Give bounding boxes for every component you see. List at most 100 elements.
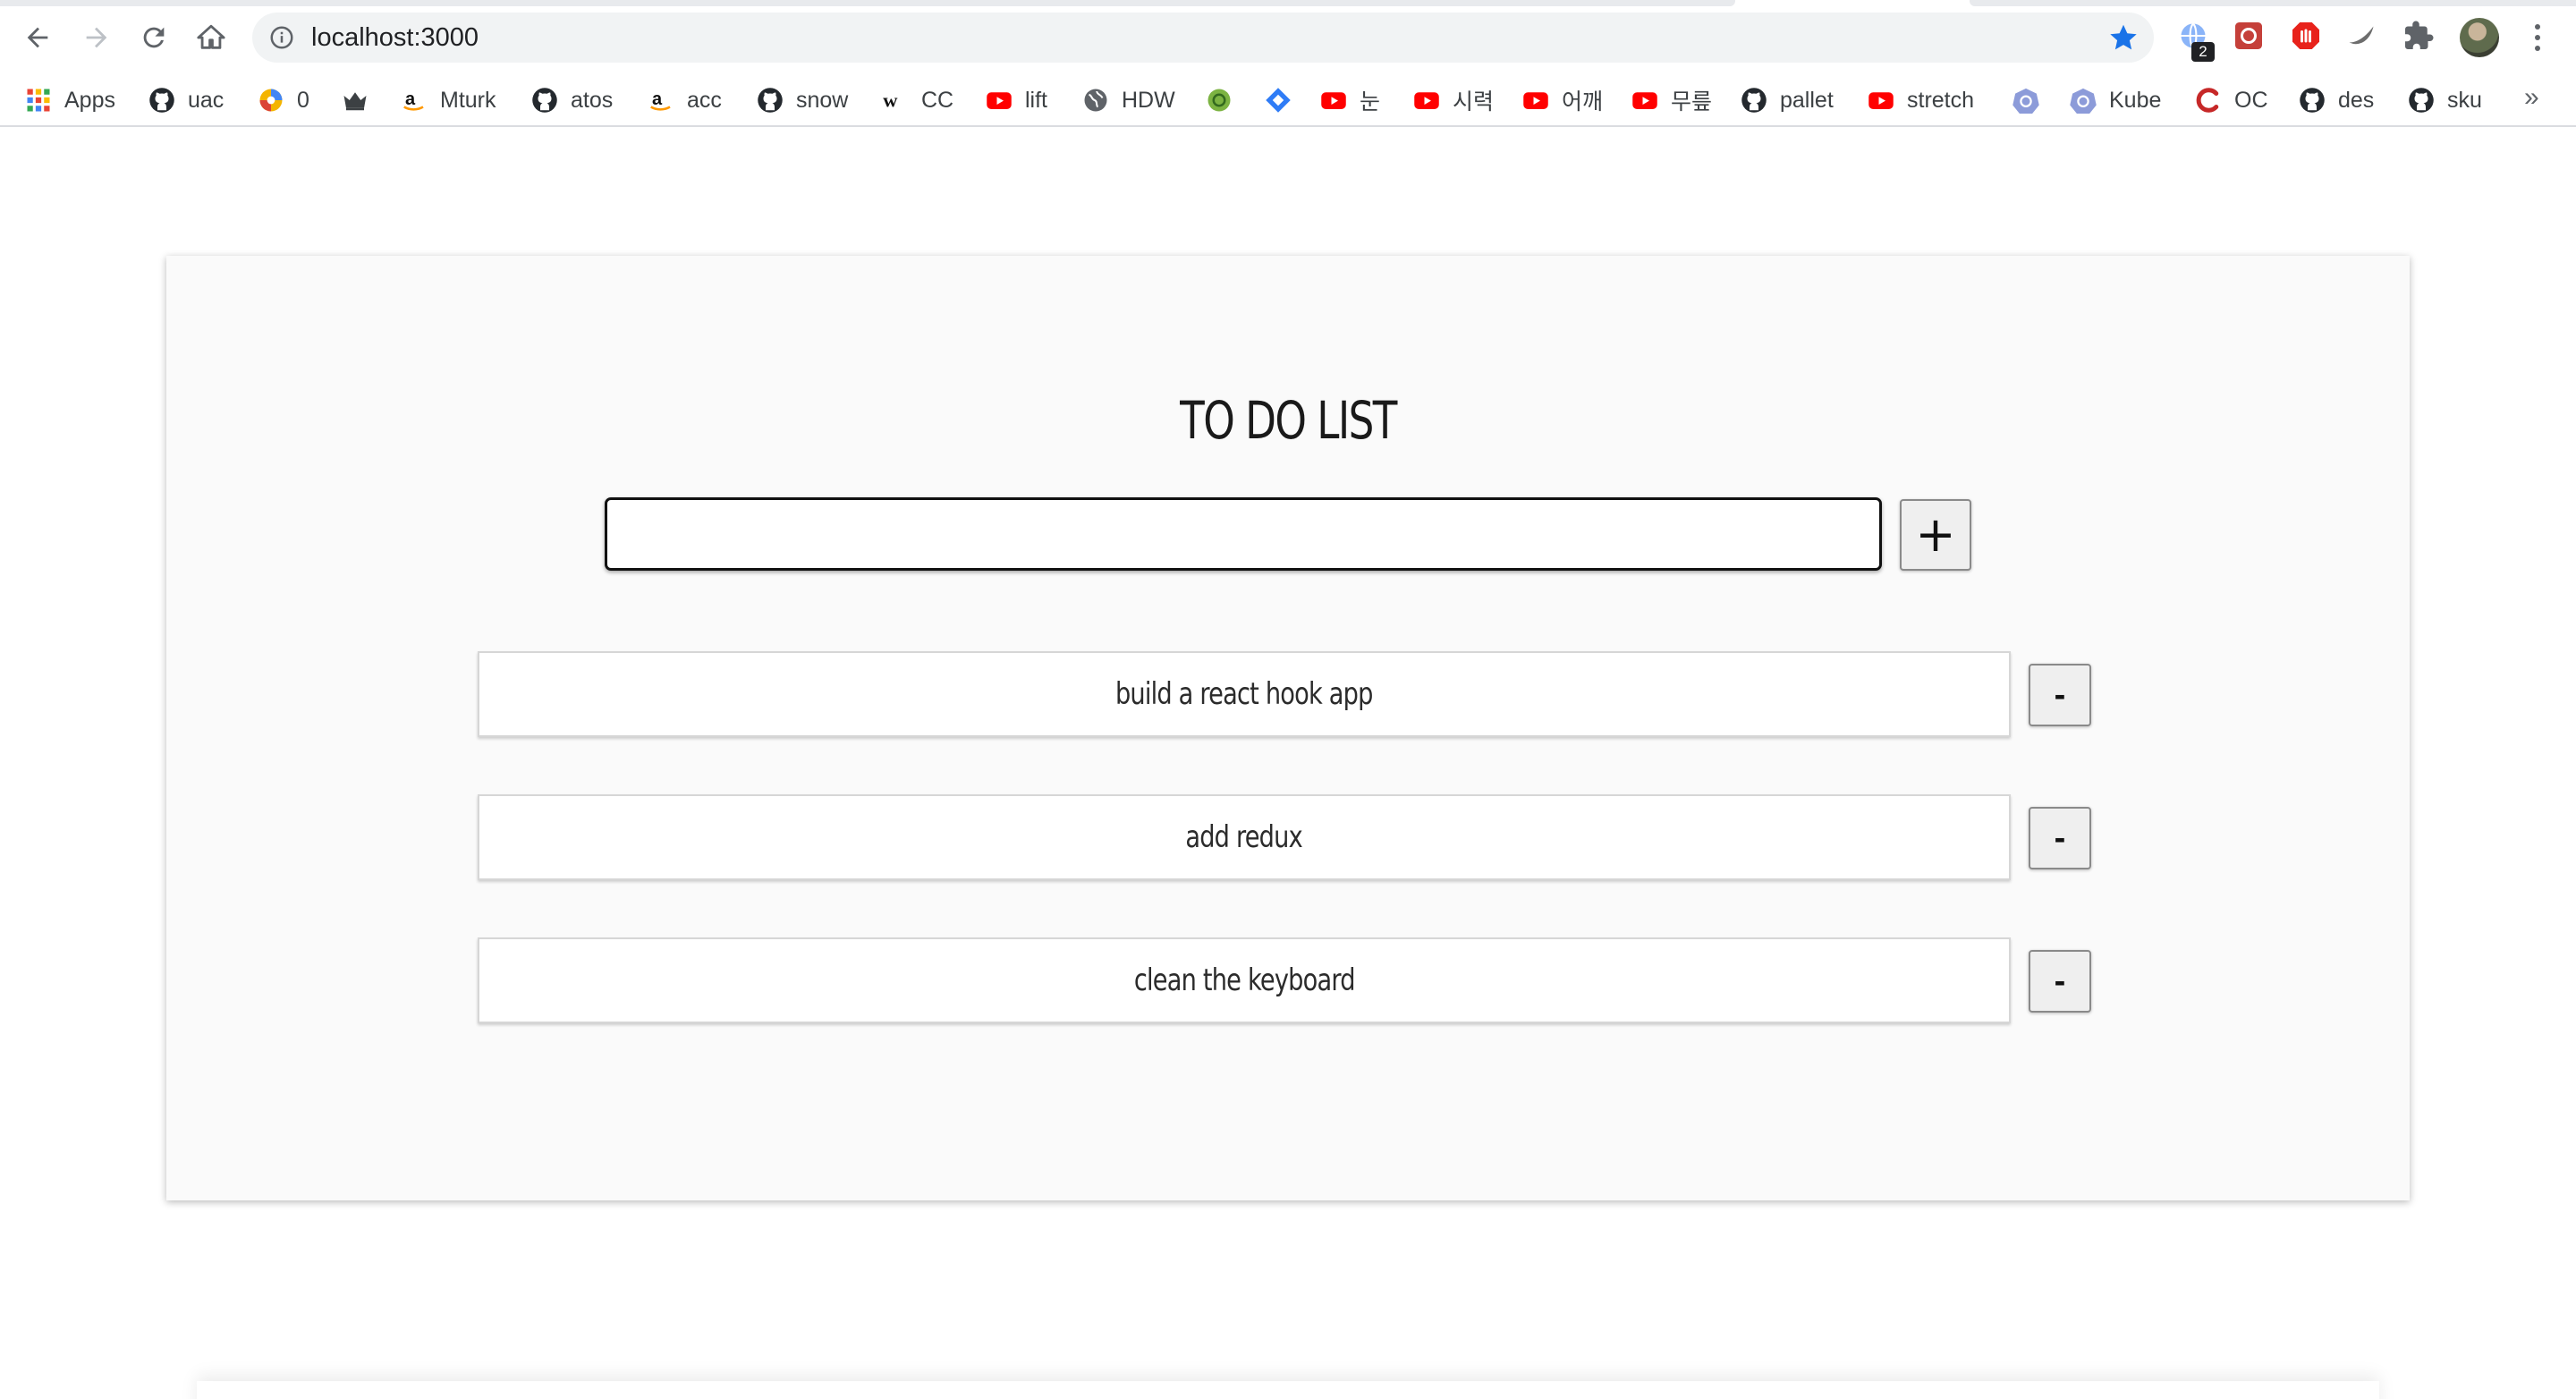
home-icon xyxy=(197,24,225,49)
profile-avatar[interactable] xyxy=(2460,18,2499,57)
bookmark-label: HDW xyxy=(1122,87,1175,113)
tab-background-right xyxy=(1970,0,2576,6)
menu-dot-icon xyxy=(2535,35,2540,40)
menu-dot-icon xyxy=(2535,46,2540,51)
menu-dot-icon xyxy=(2535,24,2540,30)
new-todo-input[interactable] xyxy=(605,497,1882,571)
w-icon: w xyxy=(882,87,909,114)
bookmark-mturk[interactable]: a Mturk xyxy=(401,75,496,125)
info-icon[interactable] xyxy=(268,24,295,51)
arrow-left-icon xyxy=(27,27,48,48)
todo-text: build a react hook app xyxy=(1115,676,1373,712)
todo-item: build a react hook app xyxy=(478,651,2011,737)
bookmark-apps[interactable]: Apps xyxy=(25,75,115,125)
bookmark-shoulder[interactable]: 어깨 xyxy=(1522,75,1603,125)
bookmark-hdw[interactable]: HDW xyxy=(1082,75,1175,125)
leaf-extension-icon xyxy=(2349,26,2374,45)
kubernetes-icon xyxy=(2012,87,2039,114)
extension-badge: 2 xyxy=(2191,42,2215,62)
bookmark-label: OC xyxy=(2234,87,2268,113)
bookmark-label: 무릎 xyxy=(1671,89,1713,114)
bookmark-label: Apps xyxy=(64,87,115,113)
bookmark-crown[interactable] xyxy=(342,75,369,125)
bookmark-label: snow xyxy=(796,87,849,113)
extensions-button[interactable] xyxy=(2401,18,2436,54)
bookmark-eye[interactable]: 눈 xyxy=(1320,75,1380,125)
puzzle-piece-icon xyxy=(2405,21,2434,49)
github-icon xyxy=(1741,87,1767,114)
extension-adblock[interactable] xyxy=(2288,18,2324,54)
bookmark-knee[interactable]: 무릎 xyxy=(1631,75,1712,125)
todo-text: add redux xyxy=(1185,819,1303,855)
bookmarks-bar: Apps uac 0 a Mturk atos a acc snow w CC … xyxy=(0,75,2576,127)
colorful-ball-icon xyxy=(258,87,284,114)
bookmark-uac[interactable]: uac xyxy=(148,75,224,125)
tab-strip xyxy=(0,0,2576,7)
page-viewport: TO DO LIST + build a react hook app - ad… xyxy=(0,129,2576,1399)
home-button[interactable] xyxy=(188,14,234,61)
remove-todo-button[interactable]: - xyxy=(2029,664,2091,726)
arrow-right-icon xyxy=(86,27,107,48)
kubernetes-icon xyxy=(2070,87,2097,114)
bookmark-cc[interactable]: w CC xyxy=(882,75,953,125)
bookmark-label: atos xyxy=(571,87,614,113)
bookmark-label: 시력 xyxy=(1453,89,1495,114)
add-todo-button[interactable]: + xyxy=(1900,499,1971,571)
bookmark-zero[interactable]: 0 xyxy=(258,75,309,125)
bookmark-sku[interactable]: sku xyxy=(2408,75,2482,125)
github-icon xyxy=(531,87,558,114)
bookmark-star-icon[interactable] xyxy=(2107,21,2140,54)
back-button[interactable] xyxy=(14,14,61,61)
bookmark-oc[interactable]: OC xyxy=(2195,75,2268,125)
bookmark-green[interactable] xyxy=(1206,75,1233,125)
bookmark-snow[interactable]: snow xyxy=(757,75,848,125)
address-bar[interactable]: localhost:3000 xyxy=(252,13,2154,63)
bookmark-kube-unnamed[interactable] xyxy=(2012,75,2039,125)
bookmark-vision[interactable]: 시력 xyxy=(1413,75,1494,125)
bookmark-stretch[interactable]: stretch xyxy=(1868,75,1974,125)
c-logo-icon xyxy=(2195,87,2222,114)
extension-red-square[interactable] xyxy=(2231,18,2267,54)
browser-menu-button[interactable] xyxy=(2524,18,2551,57)
bookmark-label: pallet xyxy=(1780,87,1834,113)
adblock-hand-icon xyxy=(2292,22,2319,49)
bookmark-lift[interactable]: lift xyxy=(986,75,1047,125)
extension-leaf[interactable] xyxy=(2343,18,2379,54)
bookmark-atos[interactable]: atos xyxy=(531,75,613,125)
reload-icon xyxy=(143,27,165,48)
reload-button[interactable] xyxy=(131,14,177,61)
bookmark-pallet[interactable]: pallet xyxy=(1741,75,1834,125)
globe-icon xyxy=(1082,87,1109,114)
bookmark-label: Kube xyxy=(2109,87,2162,113)
youtube-icon xyxy=(1413,87,1440,114)
bookmark-label: CC xyxy=(921,87,954,113)
remove-todo-button[interactable]: - xyxy=(2029,950,2091,1013)
youtube-icon xyxy=(1320,87,1347,114)
github-icon xyxy=(148,87,175,114)
page-title: TO DO LIST xyxy=(1180,390,1397,451)
amazon-icon: a xyxy=(401,87,428,114)
bookmark-label: 0 xyxy=(297,87,309,113)
bookmark-label: 어깨 xyxy=(1562,89,1604,114)
bookmark-acc[interactable]: a acc xyxy=(648,75,722,125)
github-icon xyxy=(2408,87,2435,114)
bookmark-label: 눈 xyxy=(1360,89,1381,114)
youtube-icon xyxy=(1868,87,1894,114)
youtube-icon xyxy=(986,87,1013,114)
bookmark-label: sku xyxy=(2447,87,2482,113)
green-circle-icon xyxy=(1206,87,1233,114)
crown-icon xyxy=(342,87,369,114)
svg-text:a: a xyxy=(405,89,416,109)
bookmark-diamond[interactable] xyxy=(1265,75,1292,125)
todo-card: TO DO LIST + build a react hook app - ad… xyxy=(166,256,2410,1200)
remove-todo-button[interactable]: - xyxy=(2029,807,2091,869)
apps-grid-icon xyxy=(25,87,52,114)
todo-item: clean the keyboard xyxy=(478,937,2011,1023)
url-text[interactable]: localhost:3000 xyxy=(311,23,479,53)
forward-button[interactable] xyxy=(73,14,120,61)
bookmark-kube[interactable]: Kube xyxy=(2070,75,2161,125)
bookmark-label: uac xyxy=(188,87,225,113)
todo-text: clean the keyboard xyxy=(1133,962,1356,998)
more-bookmarks-button[interactable]: » xyxy=(2524,82,2539,113)
bookmark-des[interactable]: des xyxy=(2299,75,2374,125)
